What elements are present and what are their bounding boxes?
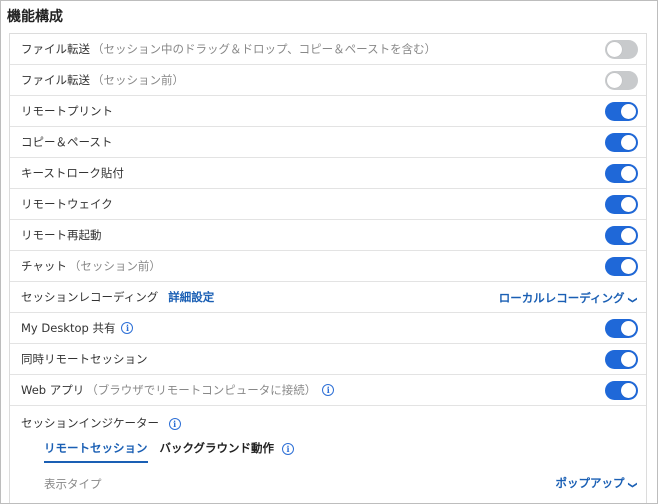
info-icon[interactable]: i (168, 418, 181, 430)
feature-row-remote-reboot: リモート再起動 (10, 220, 646, 251)
feature-sublabel: （セッション前） (92, 73, 184, 87)
feature-row-remote-wake: リモートウェイク (10, 189, 646, 220)
toggle-knob (621, 104, 636, 119)
tab-remote-session[interactable]: リモートセッション (44, 440, 148, 463)
remote-reboot-toggle[interactable] (605, 226, 638, 245)
web-app-toggle[interactable] (605, 381, 638, 400)
recording-advanced-settings-link[interactable]: 詳細設定 (168, 289, 214, 305)
chat-toggle[interactable] (605, 257, 638, 276)
toggle-knob (607, 42, 622, 57)
feature-label: コピー＆ペースト (21, 135, 113, 149)
feature-row-web-app: Web アプリ （ブラウザでリモートコンピュータに接続） i (10, 375, 646, 406)
feature-row-keystroke-paste: キーストローク貼付 (10, 158, 646, 189)
toggle-knob (621, 352, 636, 367)
feature-row-concurrent-sessions: 同時リモートセッション (10, 344, 646, 375)
concurrent-sessions-toggle[interactable] (605, 350, 638, 369)
session-indicator-title: セッションインジケーター i (21, 415, 181, 431)
keystroke-paste-toggle[interactable] (605, 164, 638, 183)
dropdown-value: ポップアップ (555, 476, 625, 490)
feature-label: ファイル転送 (21, 42, 90, 56)
dropdown-value: ローカルレコーディング (498, 291, 625, 305)
chevron-down-icon: ❯ (627, 481, 638, 489)
section-title: 機能構成 (7, 9, 63, 25)
feature-label: Web アプリ (21, 383, 85, 397)
toggle-knob (621, 228, 636, 243)
indicator-tabs: リモートセッション バックグラウンド動作 i (44, 440, 306, 463)
my-desktop-toggle[interactable] (605, 319, 638, 338)
feature-row-file-transfer-session: ファイル転送 （セッション中のドラッグ＆ドロップ、コピー＆ペーストを含む） (10, 34, 646, 65)
feature-config-panel: ファイル転送 （セッション中のドラッグ＆ドロップ、コピー＆ペーストを含む） ファ… (9, 33, 647, 503)
info-icon[interactable]: i (322, 384, 335, 396)
toggle-knob (621, 166, 636, 181)
feature-sublabel: （セッション前） (68, 259, 161, 273)
toggle-knob (621, 135, 636, 150)
feature-row-my-desktop: My Desktop 共有 i (10, 313, 646, 344)
feature-row-chat: チャット （セッション前） (10, 251, 646, 282)
feature-label: リモートウェイク (21, 197, 113, 211)
feature-sublabel: （ブラウザでリモートコンピュータに接続） (86, 383, 317, 397)
feature-row-file-transfer-pre: ファイル転送 （セッション前） (10, 65, 646, 96)
toggle-knob (607, 73, 622, 88)
feature-label: チャット (21, 259, 67, 273)
toggle-knob (621, 259, 636, 274)
info-icon[interactable]: i (121, 322, 134, 334)
tab-label: バックグラウンド動作 (159, 441, 275, 455)
feature-sublabel: （セッション中のドラッグ＆ドロップ、コピー＆ペーストを含む） (92, 42, 437, 56)
chevron-down-icon: ❯ (627, 296, 638, 304)
feature-row-session-recording: セッションレコーディング 詳細設定 ローカルレコーディング ❯ (10, 282, 646, 313)
toggle-knob (621, 383, 636, 398)
remote-print-toggle[interactable] (605, 102, 638, 121)
display-type-dropdown[interactable]: ポップアップ ❯ (555, 475, 638, 491)
display-type-label: 表示タイプ (44, 477, 102, 491)
file-transfer-session-toggle[interactable] (605, 40, 638, 59)
remote-wake-toggle[interactable] (605, 195, 638, 214)
copy-paste-toggle[interactable] (605, 133, 638, 152)
settings-window: 機能構成 ファイル転送 （セッション中のドラッグ＆ドロップ、コピー＆ペーストを含… (0, 0, 658, 504)
indicator-title-text: セッションインジケーター (21, 416, 159, 430)
session-indicator-section: セッションインジケーター i リモートセッション バックグラウンド動作 i 表示… (10, 406, 646, 496)
toggle-knob (621, 321, 636, 336)
feature-row-remote-print: リモートプリント (10, 96, 646, 127)
feature-row-copy-paste: コピー＆ペースト (10, 127, 646, 158)
tab-background-operation[interactable]: バックグラウンド動作 i (160, 440, 295, 463)
feature-label: セッションレコーディング (21, 290, 159, 304)
recording-mode-dropdown[interactable]: ローカルレコーディング ❯ (498, 290, 638, 306)
feature-label: My Desktop 共有 (21, 321, 116, 335)
feature-label: リモートプリント (21, 104, 113, 118)
info-icon[interactable]: i (282, 443, 295, 455)
file-transfer-pre-toggle[interactable] (605, 71, 638, 90)
feature-label: ファイル転送 (21, 73, 90, 87)
feature-label: キーストローク貼付 (21, 166, 124, 180)
toggle-knob (621, 197, 636, 212)
feature-label: リモート再起動 (21, 228, 102, 242)
feature-label: 同時リモートセッション (21, 352, 148, 366)
